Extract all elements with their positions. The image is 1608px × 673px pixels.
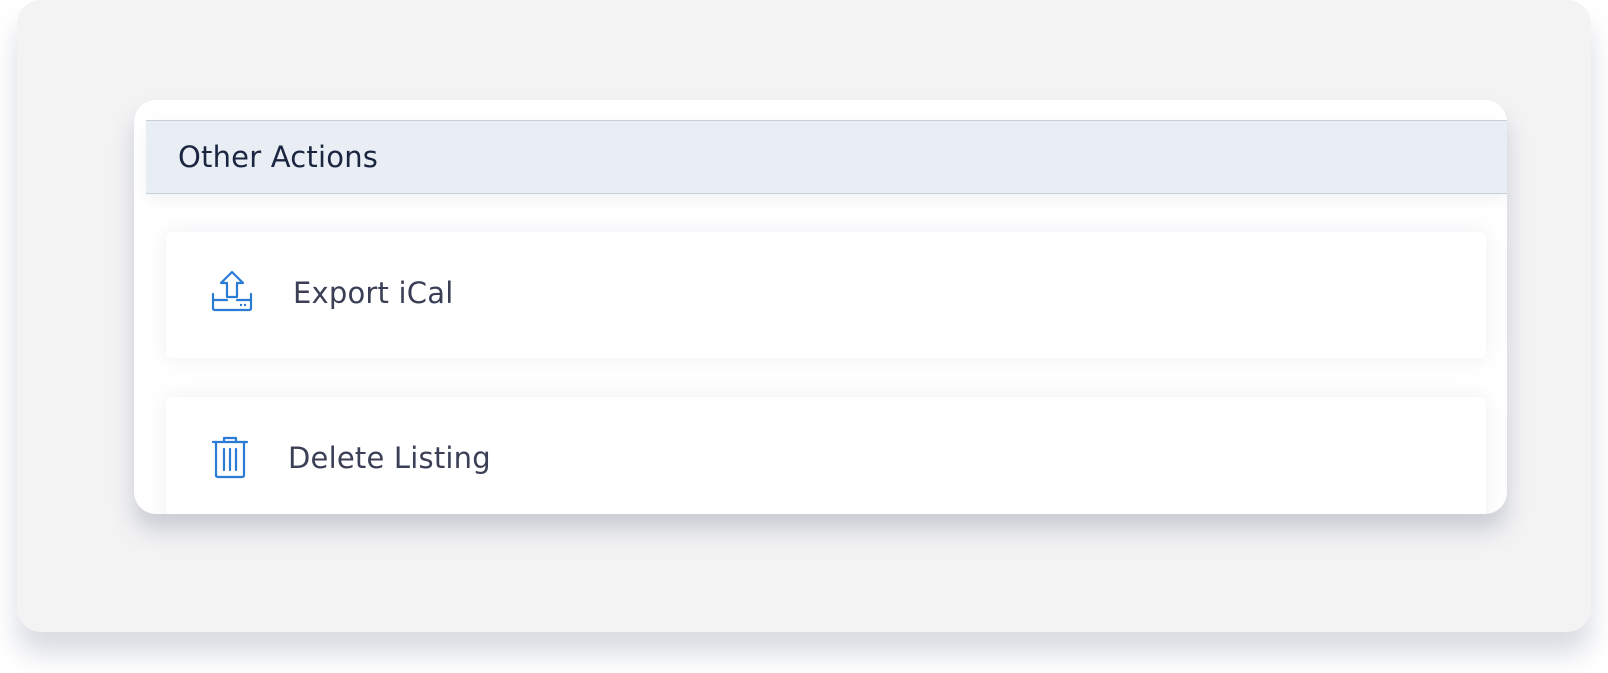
delete-listing-button[interactable]: Delete Listing: [166, 397, 1486, 514]
panel-header: Other Actions: [146, 120, 1507, 194]
trash-icon: [210, 434, 254, 480]
delete-listing-label: Delete Listing: [288, 441, 491, 475]
export-upload-icon: [210, 269, 254, 315]
other-actions-panel: Other Actions Export iCal Delete Listing: [134, 100, 1507, 514]
outer-frame: Other Actions Export iCal Delete Listing: [17, 0, 1591, 632]
export-ical-button[interactable]: Export iCal: [166, 232, 1486, 358]
export-ical-label: Export iCal: [293, 276, 454, 310]
panel-title: Other Actions: [178, 140, 379, 174]
